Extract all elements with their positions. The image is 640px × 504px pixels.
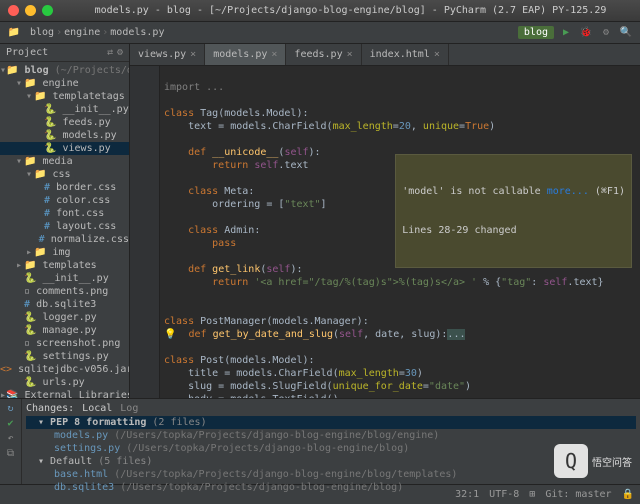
tree-item[interactable]: # db.sqlite3 (0, 298, 129, 311)
tree-item[interactable]: ▸📁 img (0, 246, 129, 259)
changelist-pep8[interactable]: ▾ PEP 8 formatting (2 files) (26, 416, 636, 429)
window-title: models.py - blog - [~/Projects/django-bl… (61, 5, 640, 16)
changes-tabs: Changes: Local Log (26, 401, 636, 416)
tooltip-more-link[interactable]: more... (547, 186, 589, 197)
tree-item[interactable]: ▾📁 engine (0, 77, 129, 90)
editor-tab[interactable]: index.html× (362, 44, 449, 65)
insert-mode[interactable]: ⊞ (529, 489, 535, 500)
tooltip-line2: Lines 28-29 changed (402, 224, 625, 237)
tree-item[interactable]: 🐍 __init__.py (0, 272, 129, 285)
tree-item[interactable]: ▫ screenshot.png (0, 337, 129, 350)
watermark-logo-icon: Q (554, 444, 588, 478)
titlebar: models.py - blog - [~/Projects/django-bl… (0, 0, 640, 22)
editor-tab[interactable]: feeds.py× (286, 44, 361, 65)
tree-item[interactable]: # border.css (0, 181, 129, 194)
editor-tab[interactable]: models.py× (205, 44, 286, 65)
close-tab-icon[interactable]: × (190, 49, 196, 60)
rollback-icon[interactable]: ↶ (7, 433, 13, 444)
lock-icon[interactable]: 🔒 (622, 489, 634, 500)
zoom-window-button[interactable] (42, 5, 53, 16)
external-libraries[interactable]: ▸📚 External Libraries (0, 389, 129, 398)
editor-gutter[interactable] (130, 66, 160, 398)
tree-item[interactable]: 🐍 settings.py (0, 350, 129, 363)
tooltip-text: 'model' is not callable (402, 186, 547, 197)
tree-item[interactable]: 🐍 feeds.py (0, 116, 129, 129)
watermark: Q 悟空问答 (554, 444, 632, 478)
breadcrumb-project[interactable]: blog (30, 27, 54, 38)
editor-area: views.py×models.py×feeds.py×index.html× … (130, 44, 640, 398)
gear-icon[interactable]: ⚙ (117, 47, 123, 58)
tree-item[interactable]: 🐍 manage.py (0, 324, 129, 337)
intention-bulb-icon[interactable]: 💡 (164, 329, 176, 340)
code-editor[interactable]: import ... class Tag(models.Model): text… (160, 66, 640, 398)
window-controls (0, 5, 61, 16)
search-icon[interactable]: 🔍 (618, 25, 634, 41)
tree-item[interactable]: # normalize.css (0, 233, 129, 246)
tree-item[interactable]: ▾📁 templatetags (0, 90, 129, 103)
editor-tab[interactable]: views.py× (130, 44, 205, 65)
tree-item[interactable]: ▾📁 css (0, 168, 129, 181)
commit-icon[interactable]: ✔ (7, 418, 13, 429)
git-branch[interactable]: Git: master (545, 489, 611, 500)
change-file[interactable]: settings.py (/Users/topka/Projects/djang… (26, 442, 636, 455)
run-config-selector[interactable]: blog (518, 26, 554, 39)
changes-toolbar: ↻ ✔ ↶ ⧉ (0, 399, 22, 484)
tree-item[interactable]: ▸📁 templates (0, 259, 129, 272)
run-icon[interactable]: ▶ (558, 25, 574, 41)
change-file[interactable]: base.html (/Users/topka/Projects/django-… (26, 468, 636, 481)
tree-item[interactable]: ▾📁 media (0, 155, 129, 168)
changes-tab-local[interactable]: Local (82, 403, 112, 414)
breadcrumb-module[interactable]: engine (64, 27, 100, 38)
debug-icon[interactable]: 🐞 (578, 25, 594, 41)
folder-icon: 📁 (6, 25, 22, 41)
watermark-text: 悟空问答 (592, 454, 632, 469)
tree-item[interactable]: 🐍 __init__.py (0, 103, 129, 116)
tree-item[interactable]: # font.css (0, 207, 129, 220)
tree-item[interactable]: # color.css (0, 194, 129, 207)
breadcrumb-file[interactable]: models.py (110, 27, 164, 38)
diff-icon[interactable]: ⧉ (7, 448, 14, 459)
encoding-selector[interactable]: UTF-8 (489, 489, 519, 500)
minimize-window-button[interactable] (25, 5, 36, 16)
close-tab-icon[interactable]: × (434, 49, 440, 60)
tree-item[interactable]: 🐍 urls.py (0, 376, 129, 389)
toolbar: 📁 blog›engine›models.py blog ▶ 🐞 ⚙ 🔍 (0, 22, 640, 44)
inspection-tooltip[interactable]: 'model' is not callable more... (⌘F1) Li… (395, 154, 632, 268)
change-file[interactable]: models.py (/Users/topka/Projects/django-… (26, 429, 636, 442)
tree-item[interactable]: # layout.css (0, 220, 129, 233)
changes-panel: ↻ ✔ ↶ ⧉ Changes: Local Log ▾ PEP 8 forma… (0, 398, 640, 484)
changes-tab-label: Changes: (26, 403, 74, 414)
tree-item[interactable]: ▫ comments.png (0, 285, 129, 298)
cursor-position[interactable]: 32:1 (455, 489, 479, 500)
changelist-default[interactable]: ▾ Default (5 files) (26, 455, 636, 468)
refresh-icon[interactable]: ↻ (7, 403, 13, 414)
settings-icon[interactable]: ⚙ (598, 25, 614, 41)
project-sidebar: Project ⇄ ⚙ ▾📁 blog (~/Projects/django-b… (0, 44, 130, 398)
tooltip-shortcut: (⌘F1) (595, 186, 625, 197)
breadcrumb[interactable]: blog›engine›models.py (30, 27, 164, 38)
project-tool-header[interactable]: Project ⇄ ⚙ (0, 44, 129, 62)
tree-item[interactable]: <> sqlitejdbc-v056.jar (0, 363, 129, 376)
tree-root[interactable]: ▾📁 blog (~/Projects/django-blog (0, 64, 129, 77)
project-tree[interactable]: ▾📁 blog (~/Projects/django-blog ▾📁 engin… (0, 62, 129, 398)
sidebar-title: Project (6, 47, 48, 58)
close-window-button[interactable] (8, 5, 19, 16)
editor-tabs: views.py×models.py×feeds.py×index.html× (130, 44, 640, 66)
close-tab-icon[interactable]: × (271, 49, 277, 60)
collapse-icon[interactable]: ⇄ (107, 47, 113, 58)
tree-item[interactable]: 🐍 logger.py (0, 311, 129, 324)
changes-tab-log[interactable]: Log (120, 403, 138, 414)
close-tab-icon[interactable]: × (347, 49, 353, 60)
tree-item[interactable]: 🐍 views.py (0, 142, 129, 155)
tree-item[interactable]: 🐍 models.py (0, 129, 129, 142)
